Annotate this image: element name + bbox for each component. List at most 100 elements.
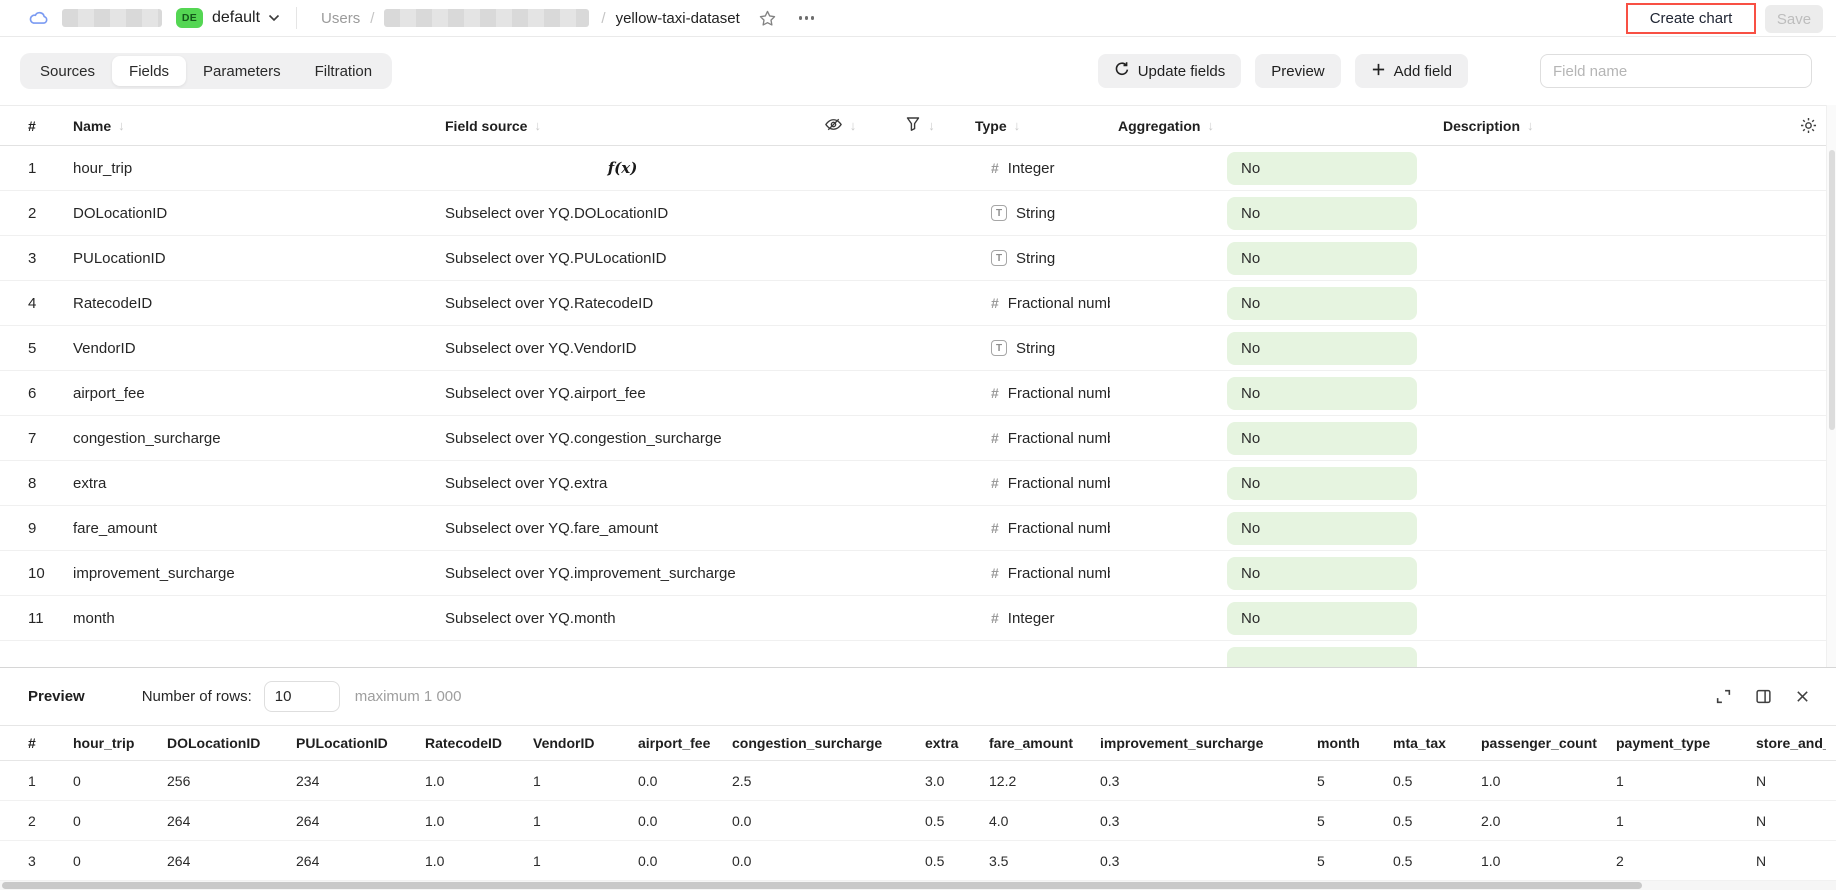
preview-column-header[interactable]: # xyxy=(0,726,62,760)
field-name-search-input[interactable] xyxy=(1540,54,1812,88)
field-row[interactable]: 8 extra Subselect over YQ.extra #Fractio… xyxy=(0,461,1826,506)
field-type-select[interactable]: #Fractional number xyxy=(965,416,1110,460)
aggregation-select[interactable]: No xyxy=(1227,512,1417,545)
header-type[interactable]: Type↓ xyxy=(965,106,1110,145)
add-field-button[interactable]: Add field xyxy=(1355,54,1468,88)
preview-button[interactable]: Preview xyxy=(1255,54,1340,88)
field-row[interactable]: 4 RatecodeID Subselect over YQ.RatecodeI… xyxy=(0,281,1826,326)
update-fields-button[interactable]: Update fields xyxy=(1098,54,1242,88)
field-row-description[interactable] xyxy=(1435,596,1790,640)
preview-column-header[interactable]: DOLocationID xyxy=(156,726,285,760)
tab-fields[interactable]: Fields xyxy=(112,56,186,86)
number-type-icon: # xyxy=(991,610,999,626)
aggregation-select[interactable]: No xyxy=(1227,377,1417,410)
tab-parameters[interactable]: Parameters xyxy=(186,56,298,86)
field-row[interactable]: 6 airport_fee Subselect over YQ.airport_… xyxy=(0,371,1826,416)
horizontal-scrollbar[interactable] xyxy=(0,881,1836,890)
preview-column-header[interactable]: improvement_surcharge xyxy=(1089,726,1306,760)
create-chart-button[interactable]: Create chart xyxy=(1650,10,1733,27)
header-filter-column[interactable]: ↓ xyxy=(875,106,965,145)
field-type-select[interactable]: TString xyxy=(965,236,1110,280)
vertical-scrollbar[interactable] xyxy=(1826,105,1836,667)
field-row-description[interactable] xyxy=(1435,281,1790,325)
header-name[interactable]: Name↓ xyxy=(56,106,440,145)
field-row-description[interactable] xyxy=(1435,326,1790,370)
field-row[interactable]: 2 DOLocationID Subselect over YQ.DOLocat… xyxy=(0,191,1826,236)
tab-filtration[interactable]: Filtration xyxy=(298,56,390,86)
preview-column-header[interactable]: passenger_count xyxy=(1470,726,1605,760)
aggregation-select[interactable]: No xyxy=(1227,557,1417,590)
field-row-partial xyxy=(0,641,1826,667)
field-type-select[interactable]: #Fractional number xyxy=(965,281,1110,325)
preview-column-header[interactable]: congestion_surcharge xyxy=(721,726,914,760)
field-row-description[interactable] xyxy=(1435,551,1790,595)
preview-column-header[interactable]: PULocationID xyxy=(285,726,414,760)
aggregation-select[interactable]: No xyxy=(1227,152,1417,185)
env-switcher[interactable]: default xyxy=(212,9,260,27)
sort-arrow-icon: ↓ xyxy=(850,118,857,133)
preview-column-header[interactable]: hour_trip xyxy=(62,726,156,760)
preview-column-header[interactable]: fare_amount xyxy=(978,726,1089,760)
preview-cell: 0.3 xyxy=(1089,801,1306,840)
table-settings-gear-icon[interactable] xyxy=(1790,106,1826,145)
aggregation-select[interactable]: No xyxy=(1227,242,1417,275)
field-row[interactable]: 7 congestion_surcharge Subselect over YQ… xyxy=(0,416,1826,461)
chevron-down-icon[interactable] xyxy=(268,14,280,22)
vertical-scrollbar-thumb[interactable] xyxy=(1829,150,1835,430)
field-row-description[interactable] xyxy=(1435,146,1790,190)
preview-column-header[interactable]: extra xyxy=(914,726,978,760)
preview-column-header[interactable]: store_and_f xyxy=(1745,726,1826,760)
horizontal-scrollbar-thumb[interactable] xyxy=(2,882,1642,889)
field-row-description[interactable] xyxy=(1435,191,1790,235)
more-actions-icon[interactable] xyxy=(799,16,815,20)
preview-column-header[interactable]: airport_fee xyxy=(627,726,721,760)
field-row-description[interactable] xyxy=(1435,371,1790,415)
favorite-star-icon[interactable] xyxy=(758,9,777,28)
field-row-description[interactable] xyxy=(1435,416,1790,460)
header-aggregation[interactable]: Aggregation↓ xyxy=(1110,106,1435,145)
header-hidden-column[interactable]: ↓ xyxy=(805,106,875,145)
rows-count-input[interactable] xyxy=(264,681,340,712)
aggregation-select[interactable]: No xyxy=(1227,287,1417,320)
save-button[interactable]: Save xyxy=(1765,5,1823,33)
breadcrumb-root[interactable]: Users xyxy=(321,10,360,27)
cloud-logo-icon[interactable] xyxy=(28,10,50,26)
aggregation-select[interactable]: No xyxy=(1227,602,1417,635)
field-type-select[interactable]: #Integer xyxy=(965,596,1110,640)
expand-preview-icon[interactable] xyxy=(1715,688,1732,705)
field-type-select[interactable]: #Fractional number xyxy=(965,371,1110,415)
field-row-description[interactable] xyxy=(1435,461,1790,505)
close-preview-icon[interactable] xyxy=(1795,689,1810,704)
field-row[interactable]: 1 hour_trip f(x) #Integer No xyxy=(0,146,1826,191)
preview-column-header[interactable]: RatecodeID xyxy=(414,726,522,760)
field-row[interactable]: 10 improvement_surcharge Subselect over … xyxy=(0,551,1826,596)
header-description[interactable]: Description↓ xyxy=(1435,106,1790,145)
field-type-select[interactable]: #Fractional number xyxy=(965,551,1110,595)
preview-column-header[interactable]: payment_type xyxy=(1605,726,1745,760)
breadcrumb-separator: / xyxy=(601,10,605,27)
field-type-select[interactable]: TString xyxy=(965,326,1110,370)
field-type-select[interactable]: TString xyxy=(965,191,1110,235)
string-type-icon: T xyxy=(991,250,1007,266)
preview-cell: 1 xyxy=(522,801,627,840)
tab-sources[interactable]: Sources xyxy=(23,56,112,86)
field-row[interactable]: 5 VendorID Subselect over YQ.VendorID TS… xyxy=(0,326,1826,371)
aggregation-select[interactable]: No xyxy=(1227,197,1417,230)
split-view-icon[interactable] xyxy=(1755,688,1772,705)
field-row[interactable]: 11 month Subselect over YQ.month #Intege… xyxy=(0,596,1826,641)
field-row-description[interactable] xyxy=(1435,506,1790,550)
field-type-select[interactable]: #Fractional number xyxy=(965,506,1110,550)
aggregation-select[interactable]: No xyxy=(1227,422,1417,455)
aggregation-select[interactable]: No xyxy=(1227,332,1417,365)
preview-column-header[interactable]: mta_tax xyxy=(1382,726,1470,760)
field-type-select[interactable]: #Fractional number xyxy=(965,461,1110,505)
preview-column-header[interactable]: VendorID xyxy=(522,726,627,760)
header-field-source[interactable]: Field source↓ xyxy=(440,106,805,145)
field-row-description[interactable] xyxy=(1435,236,1790,280)
number-type-icon: # xyxy=(991,385,999,401)
aggregation-select[interactable]: No xyxy=(1227,467,1417,500)
field-row[interactable]: 3 PULocationID Subselect over YQ.PULocat… xyxy=(0,236,1826,281)
preview-column-header[interactable]: month xyxy=(1306,726,1382,760)
field-row[interactable]: 9 fare_amount Subselect over YQ.fare_amo… xyxy=(0,506,1826,551)
field-type-select[interactable]: #Integer xyxy=(965,146,1110,190)
